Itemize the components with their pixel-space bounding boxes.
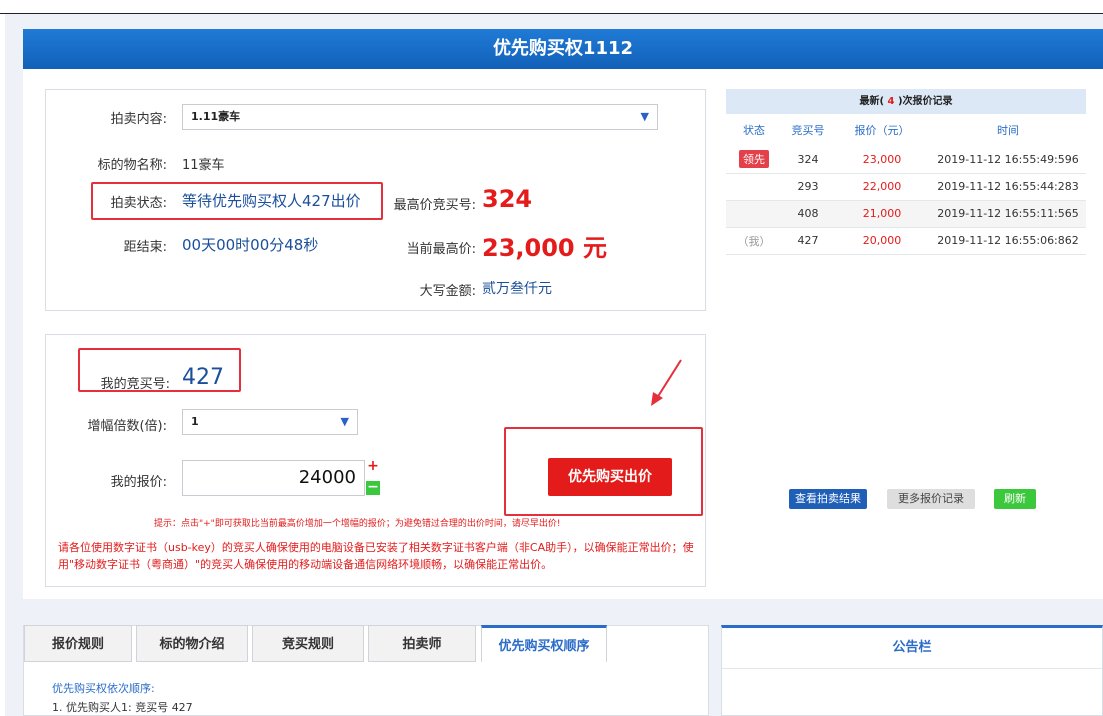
bidder-number: 427 bbox=[782, 227, 834, 255]
capital-amount-label: 大写金额: bbox=[419, 284, 476, 299]
view-result-button[interactable]: 查看拍卖结果 bbox=[789, 489, 867, 509]
more-records-button[interactable]: 更多报价记录 bbox=[887, 489, 975, 509]
countdown-value: 00天00时00分48秒 bbox=[182, 236, 319, 254]
bid-price: 22,000 bbox=[834, 173, 930, 201]
column-header: 时间 bbox=[997, 124, 1019, 137]
my-number-label: 我的竞买号: bbox=[100, 377, 170, 392]
records-count: 4 bbox=[887, 96, 895, 107]
table-row: 293 22,000 2019-11-12 16:55:44:283 bbox=[726, 173, 1086, 201]
bid-price: 21,000 bbox=[834, 200, 930, 228]
tab-bidding-rules[interactable]: 竞买规则 bbox=[252, 625, 364, 662]
column-header: 报价（元） bbox=[854, 124, 910, 137]
status-label: 拍卖状态: bbox=[110, 196, 167, 211]
minus-button[interactable]: − bbox=[366, 480, 380, 495]
item-name-label: 标的物名称: bbox=[97, 158, 167, 173]
capital-amount-value: 贰万叁仟元 bbox=[482, 281, 552, 297]
tab-item-intro[interactable]: 标的物介绍 bbox=[136, 625, 248, 662]
bid-time: 2019-11-12 16:55:06:862 bbox=[930, 227, 1086, 255]
certificate-warning: 请各位使用数字证书（usb-key）的竞买人确保使用的电脑设备已安装了相关数字证… bbox=[58, 541, 694, 571]
my-price-label: 我的报价: bbox=[110, 475, 167, 490]
table-row: （我） 427 20,000 2019-11-12 16:55:06:862 bbox=[726, 227, 1086, 255]
countdown-label: 距结束: bbox=[123, 240, 167, 255]
tab-priority-order[interactable]: 优先购买权顺序 bbox=[481, 625, 607, 662]
bid-status bbox=[726, 173, 782, 201]
bid-price: 20,000 bbox=[834, 227, 930, 255]
bid-time: 2019-11-12 16:55:44:283 bbox=[930, 173, 1086, 201]
content-select[interactable]: 1.11豪车 ▼ bbox=[182, 104, 658, 130]
bid-status: （我） bbox=[726, 227, 782, 255]
column-header: 状态 bbox=[743, 124, 765, 137]
my-number-value: 427 bbox=[182, 365, 224, 390]
bid-tip: 提示：点击"+"即可获取比当前最高价增加一个增幅的报价；为避免错过合理的出价时间… bbox=[154, 519, 561, 529]
content-label: 拍卖内容: bbox=[110, 112, 167, 127]
chevron-down-icon: ▼ bbox=[640, 110, 649, 123]
notice-board: 公告栏 bbox=[721, 625, 1103, 716]
current-price-label: 当前最高价: bbox=[406, 242, 476, 257]
lead-badge: 领先 bbox=[739, 150, 769, 169]
multiple-label: 增幅倍数(倍): bbox=[87, 419, 167, 434]
item-name-value: 11豪车 bbox=[182, 158, 225, 173]
bid-time: 2019-11-12 16:55:49:596 bbox=[930, 146, 1086, 174]
bid-status bbox=[726, 200, 782, 228]
table-row: 领先 324 23,000 2019-11-12 16:55:49:596 bbox=[726, 146, 1086, 174]
records-title-prefix: 最新( bbox=[859, 96, 885, 107]
bid-price: 23,000 bbox=[834, 146, 930, 174]
content-select-value: 1.11豪车 bbox=[191, 110, 241, 123]
priority-order-title: 优先购买权依次顺序: bbox=[52, 682, 155, 695]
records-table: 状态 竞买号 报价（元） 时间 领先 324 23,000 2019-11-12… bbox=[726, 114, 1086, 255]
page-title-strip bbox=[0, 0, 1103, 14]
bid-time: 2019-11-12 16:55:11:565 bbox=[930, 200, 1086, 228]
status-value: 等待优先购买权人427出价 bbox=[182, 192, 361, 210]
priority-bid-button[interactable]: 优先购买出价 bbox=[548, 458, 672, 496]
multiple-select-value: 1 bbox=[191, 415, 199, 428]
table-row: 408 21,000 2019-11-12 16:55:11:565 bbox=[726, 200, 1086, 228]
column-header: 竞买号 bbox=[791, 124, 825, 137]
priority-order-line: 1. 优先购买人1: 竞买号 427 bbox=[52, 701, 193, 714]
records-header: 最新( 4 )次报价记录 bbox=[726, 89, 1086, 114]
refresh-button[interactable]: 刷新 bbox=[994, 489, 1036, 509]
multiple-select[interactable]: 1 ▼ bbox=[182, 409, 358, 435]
chevron-down-icon: ▼ bbox=[340, 415, 349, 428]
tab-auctioneer[interactable]: 拍卖师 bbox=[368, 625, 476, 662]
auction-title-banner: 优先购买权1112 bbox=[23, 29, 1103, 69]
highest-bidder-value: 324 bbox=[482, 185, 533, 213]
bidder-number: 408 bbox=[782, 200, 834, 228]
current-price-value: 23,000 元 bbox=[482, 234, 607, 262]
records-header-row: 状态 竞买号 报价（元） 时间 bbox=[726, 114, 1086, 146]
bidder-number: 293 bbox=[782, 173, 834, 201]
arrow-pointer-icon bbox=[651, 359, 682, 406]
my-price-input[interactable]: 24000 bbox=[182, 460, 365, 496]
highest-bidder-label: 最高价竞买号: bbox=[393, 198, 476, 213]
notice-title: 公告栏 bbox=[722, 628, 1102, 669]
plus-button[interactable]: + bbox=[366, 459, 380, 474]
records-title-suffix: )次报价记录 bbox=[897, 96, 953, 107]
bidder-number: 324 bbox=[782, 146, 834, 174]
tab-bid-rules[interactable]: 报价规则 bbox=[24, 625, 132, 662]
